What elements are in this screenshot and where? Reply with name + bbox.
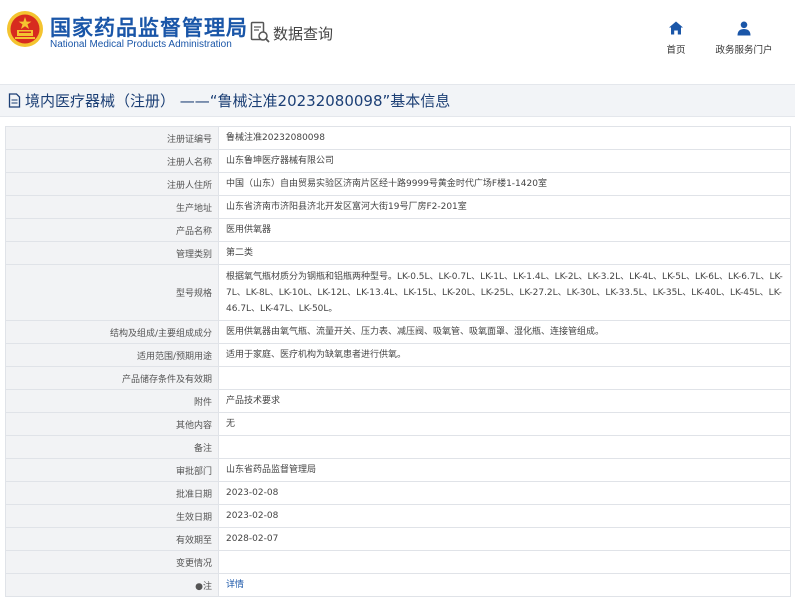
field-value: 2023-02-08: [218, 481, 791, 505]
table-row: 注册证编号 鲁械注准20232080098: [5, 126, 791, 150]
national-emblem-icon: [7, 11, 43, 47]
field-label: 生产地址: [5, 195, 219, 219]
field-value: 山东鲁坤医疗器械有限公司: [218, 149, 791, 173]
user-icon: [737, 21, 751, 36]
field-label: 适用范围/预期用途: [5, 343, 219, 367]
table-row: 生效日期 2023-02-08: [5, 504, 791, 528]
field-label: 管理类别: [5, 241, 219, 265]
field-label: 变更情况: [5, 550, 219, 574]
field-value: 第二类: [218, 241, 791, 265]
table-row: 产品名称 医用供氧器: [5, 218, 791, 242]
field-label: 型号规格: [5, 264, 219, 321]
site-logo-subtitle[interactable]: National Medical Products Administration: [50, 39, 232, 50]
field-value: [218, 435, 791, 459]
field-label: 结构及组成/主要组成成分: [5, 320, 219, 344]
details-link[interactable]: 详情: [218, 573, 791, 597]
field-value: [218, 366, 791, 390]
record-title-bar: 境内医疗器械（注册） ——“鲁械注准20232080098”基本信息: [0, 84, 795, 117]
field-label: 批准日期: [5, 481, 219, 505]
table-row: 备注: [5, 435, 791, 459]
data-query-label: 数据查询: [273, 24, 334, 43]
nav-home[interactable]: 首页: [641, 20, 711, 56]
page-title: 境内医疗器械（注册） ——“鲁械注准20232080098”基本信息: [25, 92, 451, 110]
field-label: 注册人住所: [5, 172, 219, 196]
field-value: 中国（山东）自由贸易实验区济南片区经十路9999号黄金时代广场F楼1-1420室: [218, 172, 791, 196]
table-row: 型号规格 根据氧气瓶材质分为钢瓶和铝瓶两种型号。LK-0.5L、LK-0.7L、L…: [5, 264, 791, 321]
nav-service-portal-label: 政务服务门户: [715, 45, 773, 56]
table-row: 注册人名称 山东鲁坤医疗器械有限公司: [5, 149, 791, 173]
field-value: 医用供氧器由氧气瓶、流量开关、压力表、减压阀、吸氧管、吸氧面罩、湿化瓶、连接管组…: [218, 320, 791, 344]
field-value: 医用供氧器: [218, 218, 791, 242]
site-logo-title[interactable]: 国家药品监督管理局: [50, 12, 248, 42]
site-header: 国家药品监督管理局 National Medical Products Admi…: [0, 0, 795, 70]
table-row: ●注 详情: [5, 573, 791, 597]
field-value: [218, 550, 791, 574]
table-row: 结构及组成/主要组成成分 医用供氧器由氧气瓶、流量开关、压力表、减压阀、吸氧管、吸…: [5, 320, 791, 344]
home-icon: [669, 21, 683, 35]
document-search-icon: [250, 21, 270, 43]
table-row: 生产地址 山东省济南市济阳县济北开发区富河大街19号厂房F2-201室: [5, 195, 791, 219]
field-value: 2023-02-08: [218, 504, 791, 528]
document-icon: [8, 93, 21, 108]
field-label: 其他内容: [5, 412, 219, 436]
field-label: 审批部门: [5, 458, 219, 482]
table-row: 其他内容无: [5, 412, 791, 436]
field-value: 无: [218, 412, 791, 436]
field-label: 备注: [5, 435, 219, 459]
nav-service-portal[interactable]: 政务服务门户: [709, 20, 779, 56]
table-row: 适用范围/预期用途 适用于家庭、医疗机构为缺氧患者进行供氧。: [5, 343, 791, 367]
table-row: 管理类别 第二类: [5, 241, 791, 265]
field-value: 鲁械注准20232080098: [218, 126, 791, 150]
field-value: 适用于家庭、医疗机构为缺氧患者进行供氧。: [218, 343, 791, 367]
field-value: 2028-02-07: [218, 527, 791, 551]
field-label: 注册人名称: [5, 149, 219, 173]
field-label: 生效日期: [5, 504, 219, 528]
field-value: 山东省济南市济阳县济北开发区富河大街19号厂房F2-201室: [218, 195, 791, 219]
field-value: 产品技术要求: [218, 389, 791, 413]
table-row: 注册人住所 中国（山东）自由贸易实验区济南片区经十路9999号黄金时代广场F楼1-…: [5, 172, 791, 196]
field-label: ●注: [5, 573, 219, 597]
nav-home-label: 首页: [666, 45, 686, 56]
field-label: 产品储存条件及有效期: [5, 366, 219, 390]
data-query-link[interactable]: 数据查询: [250, 20, 333, 46]
table-row: 审批部门 山东省药品监督管理局: [5, 458, 791, 482]
field-label: 附件: [5, 389, 219, 413]
field-value: 山东省药品监督管理局: [218, 458, 791, 482]
field-label: 注册证编号: [5, 126, 219, 150]
table-row: 批准日期 2023-02-08: [5, 481, 791, 505]
registration-info-table: 注册证编号 鲁械注准20232080098 注册人名称 山东鲁坤医疗器械有限公司 注册人…: [5, 126, 791, 597]
table-row: 附件 产品技术要求: [5, 389, 791, 413]
table-row: 有效期至 2028-02-07: [5, 527, 791, 551]
field-value: 根据氧气瓶材质分为钢瓶和铝瓶两种型号。LK-0.5L、LK-0.7L、LK-1L…: [218, 264, 791, 321]
field-label: 产品名称: [5, 218, 219, 242]
field-label: 有效期至: [5, 527, 219, 551]
table-row: 变更情况: [5, 550, 791, 574]
table-row: 产品储存条件及有效期: [5, 366, 791, 390]
